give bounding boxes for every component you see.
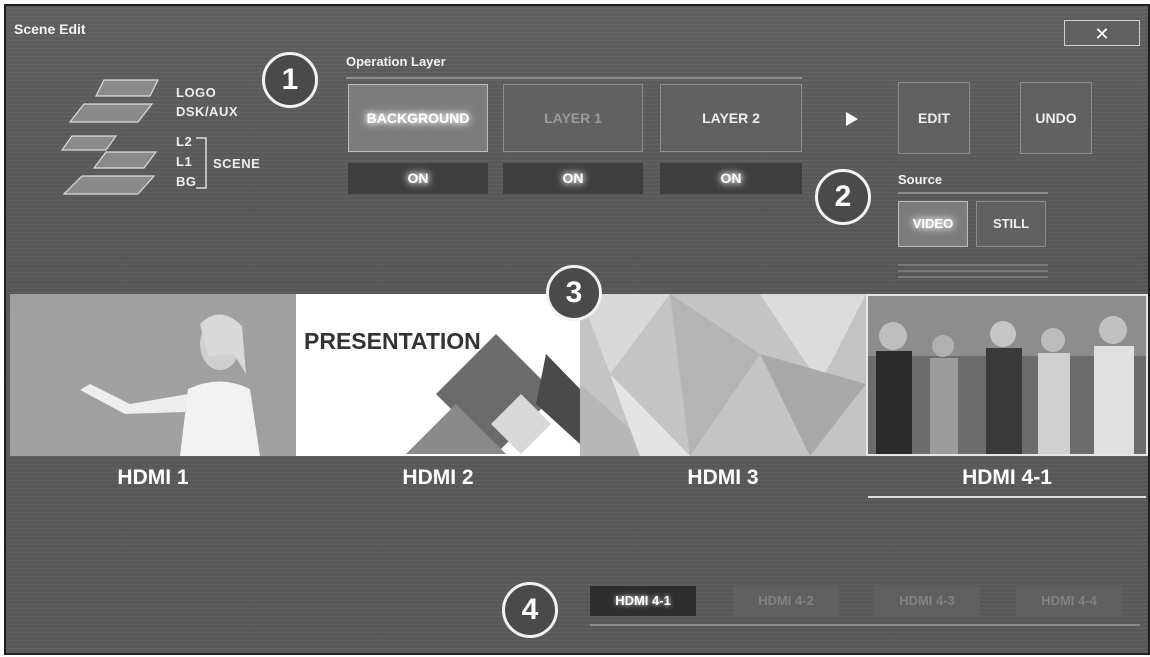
scene-edit-window: Scene Edit ✕ LOGO DSK/AUX L2 L1 BG SCENE…	[4, 4, 1150, 655]
marker-4: 4	[502, 582, 558, 638]
layer-2-on[interactable]: ON	[660, 163, 802, 194]
l1-plate	[92, 151, 158, 169]
layer-background-on[interactable]: ON	[348, 163, 488, 194]
thumb-hdmi-1-label: HDMI 1	[117, 466, 189, 489]
source-rule-lower-3	[898, 276, 1048, 278]
thumb-hdmi-2-label: HDMI 2	[402, 466, 474, 489]
logo-plate	[95, 79, 159, 97]
dsk-plate	[68, 103, 154, 123]
thumb-hdmi-3-label: HDMI 3	[687, 466, 759, 489]
scene-bracket	[196, 137, 207, 189]
thumb-hdmi-3[interactable]	[580, 294, 866, 456]
marker-2: 2	[815, 169, 871, 225]
source-heading: Source	[898, 172, 943, 187]
audience-clapping-image	[868, 296, 1146, 454]
source-video-button[interactable]: VIDEO	[898, 201, 968, 247]
play-icon	[846, 112, 858, 126]
l1-label: L1	[176, 154, 193, 169]
sub-input-tab-hdmi-4-3[interactable]: HDMI 4-3	[874, 586, 980, 616]
scene-label: SCENE	[213, 156, 261, 171]
presentation-slide-image	[406, 334, 580, 454]
sub-input-tab-hdmi-4-4[interactable]: HDMI 4-4	[1016, 586, 1122, 616]
l2-plate	[60, 135, 118, 151]
thumb-hdmi-4-1[interactable]	[866, 294, 1148, 456]
layer-background-button[interactable]: BACKGROUND	[348, 84, 488, 152]
operation-layer-rule	[346, 77, 802, 79]
sub-input-rule	[590, 624, 1140, 626]
presenter-woman-image	[10, 294, 296, 456]
layer-1-on[interactable]: ON	[503, 163, 643, 194]
logo-label: LOGO	[176, 85, 217, 100]
l2-label: L2	[176, 134, 193, 149]
window-title: Scene Edit	[14, 21, 86, 37]
thumb-hdmi-1[interactable]	[10, 294, 296, 456]
source-rule-lower-2	[898, 270, 1048, 272]
marker-1: 1	[262, 52, 318, 108]
undo-button[interactable]: UNDO	[1020, 82, 1092, 154]
selected-input-underline	[868, 496, 1146, 498]
bg-plate	[62, 175, 156, 195]
dsk-aux-label: DSK/AUX	[176, 104, 239, 119]
source-rule	[898, 192, 1048, 194]
layer-stack-diagram	[60, 79, 159, 195]
polygon-pattern-image	[580, 294, 866, 456]
edit-button[interactable]: EDIT	[898, 82, 970, 154]
thumb-hdmi-4-1-label: HDMI 4-1	[962, 466, 1052, 489]
layer-2-button[interactable]: LAYER 2	[660, 84, 802, 152]
source-rule-lower-1	[898, 264, 1048, 266]
source-still-button[interactable]: STILL	[976, 201, 1046, 247]
layer-1-button[interactable]: LAYER 1	[503, 84, 643, 152]
sub-input-tab-hdmi-4-1[interactable]: HDMI 4-1	[590, 586, 696, 616]
operation-layer-heading: Operation Layer	[346, 54, 446, 69]
thumb-hdmi-2[interactable]: PRESENTATION	[296, 294, 580, 456]
close-button[interactable]: ✕	[1064, 20, 1140, 46]
marker-3: 3	[546, 265, 602, 321]
sub-input-tab-hdmi-4-2[interactable]: HDMI 4-2	[733, 586, 839, 616]
